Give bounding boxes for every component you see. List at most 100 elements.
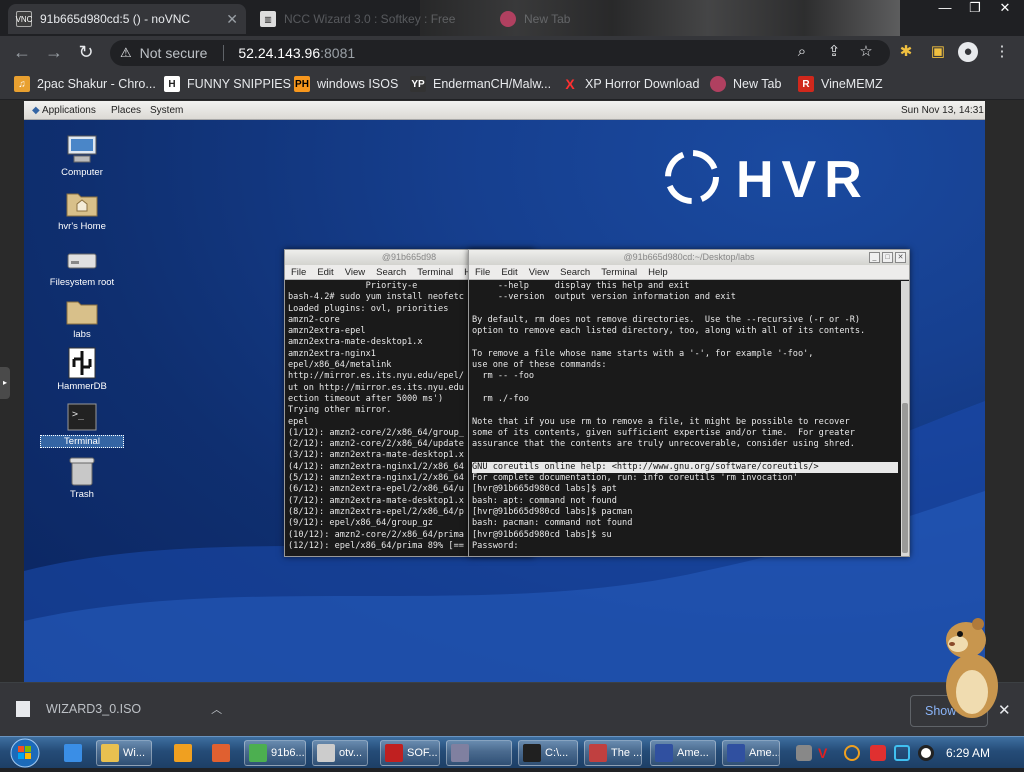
address-divider — [223, 45, 225, 61]
taskbar-button[interactable] — [170, 740, 200, 766]
bookmark-2pac[interactable]: ♫ 2pac Shakur - Chro... — [14, 76, 156, 92]
bookmark-vinememz[interactable]: R VineMEMZ — [798, 76, 883, 92]
taskbar-button[interactable]: otv... — [312, 740, 368, 766]
bookmark-xp-horror[interactable]: X XP Horror Download — [562, 76, 699, 92]
tray-app-icon[interactable] — [796, 745, 812, 761]
taskbar-button[interactable]: Ame... — [722, 740, 780, 766]
chevron-up-icon[interactable]: ︿ — [211, 701, 222, 717]
taskbar-clock[interactable]: 6:29 AM — [946, 746, 990, 760]
close-icon[interactable]: ✕ — [895, 252, 906, 263]
tab-new-tab[interactable]: New Tab — [492, 4, 642, 34]
tab-novnc[interactable]: VNC 91b665d980cd:5 () - noVNC ✕ — [8, 4, 246, 34]
desktop-icon-hammerdb[interactable]: HammerDB — [40, 347, 124, 392]
minimize-icon[interactable]: _ — [869, 252, 880, 263]
restore-window-icon[interactable]: ❐ — [960, 0, 990, 20]
reload-icon[interactable]: ↻ — [74, 40, 98, 64]
bookmark-label: New Tab — [733, 77, 782, 91]
zoom-icon[interactable]: ⌕ — [792, 42, 812, 62]
close-tab-icon[interactable]: ✕ — [226, 11, 238, 28]
menu-view[interactable]: View — [345, 267, 365, 278]
menu-search[interactable]: Search — [560, 267, 590, 278]
desktop-icon-labs[interactable]: labs — [40, 295, 124, 340]
places-menu[interactable]: Places — [111, 105, 141, 116]
close-window-icon[interactable]: ✕ — [990, 0, 1020, 20]
tray-flag-icon[interactable] — [870, 745, 886, 761]
menu-view[interactable]: View — [529, 267, 549, 278]
maximize-icon[interactable]: □ — [882, 252, 893, 263]
paint-icon — [212, 744, 230, 762]
desktop-icon-home[interactable]: hvr's Home — [40, 187, 124, 232]
taskbar-button[interactable] — [446, 740, 512, 766]
desktop-icon-label: Filesystem root — [49, 277, 115, 288]
bookmark-endermanch[interactable]: YP EndermanCH/Malw... — [410, 76, 551, 92]
tab-ncc-wizard[interactable]: ▥ NCC Wizard 3.0 : Softkey : Free — [252, 4, 488, 34]
taskbar-button[interactable]: C:\... — [518, 740, 578, 766]
terminal-titlebar[interactable]: @91b665d980cd:~/Desktop/labs _ □ ✕ — [469, 250, 909, 265]
forward-arrow-icon[interactable]: → — [42, 40, 66, 64]
share-icon[interactable]: ⇪ — [824, 42, 844, 62]
taskbar-button[interactable]: SOF... — [380, 740, 440, 766]
menu-edit[interactable]: Edit — [317, 267, 333, 278]
desktop-icon-filesystem[interactable]: Filesystem root — [40, 243, 124, 288]
windows-taskbar: Wi... 91b6... otv... SOF... C:\... The ... Ame… — [0, 736, 1024, 768]
taskbar-button[interactable]: 91b6... — [244, 740, 306, 766]
menu-edit[interactable]: Edit — [501, 267, 517, 278]
terminal-line: --help display this help and exit — [472, 281, 690, 291]
terminal-output[interactable]: --help display this help and exit --vers… — [469, 280, 901, 553]
tray-v-icon[interactable]: V — [818, 745, 834, 761]
desktop-icon-trash[interactable]: Trash — [40, 455, 124, 500]
scrollbar-thumb[interactable] — [902, 403, 908, 553]
menu-terminal[interactable]: Terminal — [601, 267, 637, 278]
terminal-line: For complete documentation, run: info co… — [472, 473, 798, 484]
menu-file[interactable]: File — [475, 267, 490, 278]
taskbar-button[interactable]: Ame... — [650, 740, 716, 766]
terminal-line: By default, rm does not remove directori… — [472, 314, 861, 325]
taskbar-button-label: Ame... — [677, 747, 709, 759]
download-item[interactable]: WIZARD3_0.ISO ︿ — [16, 701, 222, 717]
tab-title: NCC Wizard 3.0 : Softkey : Free — [284, 12, 456, 26]
desktop-icon-terminal[interactable]: >_ Terminal — [40, 401, 124, 448]
bookmark-new-tab[interactable]: New Tab — [710, 76, 781, 92]
novnc-control-handle[interactable]: ▸ — [0, 367, 10, 399]
start-button[interactable] — [8, 737, 42, 769]
softkey-icon — [385, 744, 403, 762]
applications-menu[interactable]: ◆ Applications — [32, 105, 96, 116]
tray-search-icon[interactable] — [844, 745, 860, 761]
minimize-window-icon[interactable]: — — [930, 0, 960, 20]
panel-clock[interactable]: Sun Nov 13, 14:31 — [901, 105, 984, 116]
terminal-line: To remove a file whose name starts with … — [472, 348, 814, 359]
menu-kebab-icon[interactable]: ⋮ — [992, 42, 1012, 62]
taskbar-button[interactable] — [208, 740, 238, 766]
terminal-line: GNU coreutils online help: <http://www.g… — [472, 461, 898, 474]
back-arrow-icon[interactable]: ← — [10, 40, 34, 64]
home-folder-icon — [66, 187, 98, 219]
tray-monitor-icon[interactable] — [894, 745, 910, 761]
bookmark-windows-isos[interactable]: PH windows ISOS — [294, 76, 398, 92]
profile-avatar-icon[interactable]: ● — [958, 42, 978, 62]
desktop-icon-computer[interactable]: Computer — [40, 133, 124, 178]
chrome-icon — [249, 744, 267, 762]
bookmark-label: VineMEMZ — [821, 77, 883, 91]
taskbar-button[interactable]: The ... — [584, 740, 642, 766]
taskbar-button[interactable] — [60, 740, 92, 766]
menu-help[interactable]: Help — [648, 267, 668, 278]
terminal-scrollbar[interactable] — [901, 281, 909, 556]
sidepanel-icon[interactable]: ▣ — [928, 42, 948, 62]
menu-file[interactable]: File — [291, 267, 306, 278]
extensions-icon[interactable]: ✱ — [896, 42, 916, 62]
taskbar-button[interactable]: Wi... — [96, 740, 152, 766]
applications-menu-label: Applications — [41, 105, 96, 116]
address-bar[interactable]: ⚠ Not secure 52.24.143.96:8081 — [110, 40, 890, 66]
remote-desktop[interactable]: ◆ Applications Places System Sun Nov 13,… — [24, 101, 985, 682]
star-icon[interactable]: ☆ — [856, 42, 876, 62]
tray-disc-icon[interactable] — [918, 745, 934, 761]
bookmark-funny-snippies[interactable]: H FUNNY SNIPPIES — [164, 76, 291, 92]
system-menu[interactable]: System — [150, 105, 183, 116]
menu-terminal[interactable]: Terminal — [417, 267, 453, 278]
terminal-line: Password: — [472, 540, 519, 551]
menu-search[interactable]: Search — [376, 267, 406, 278]
terminal-window-front[interactable]: @91b665d980cd:~/Desktop/labs _ □ ✕ File … — [468, 249, 910, 557]
bookmark-label: FUNNY SNIPPIES — [187, 77, 291, 91]
